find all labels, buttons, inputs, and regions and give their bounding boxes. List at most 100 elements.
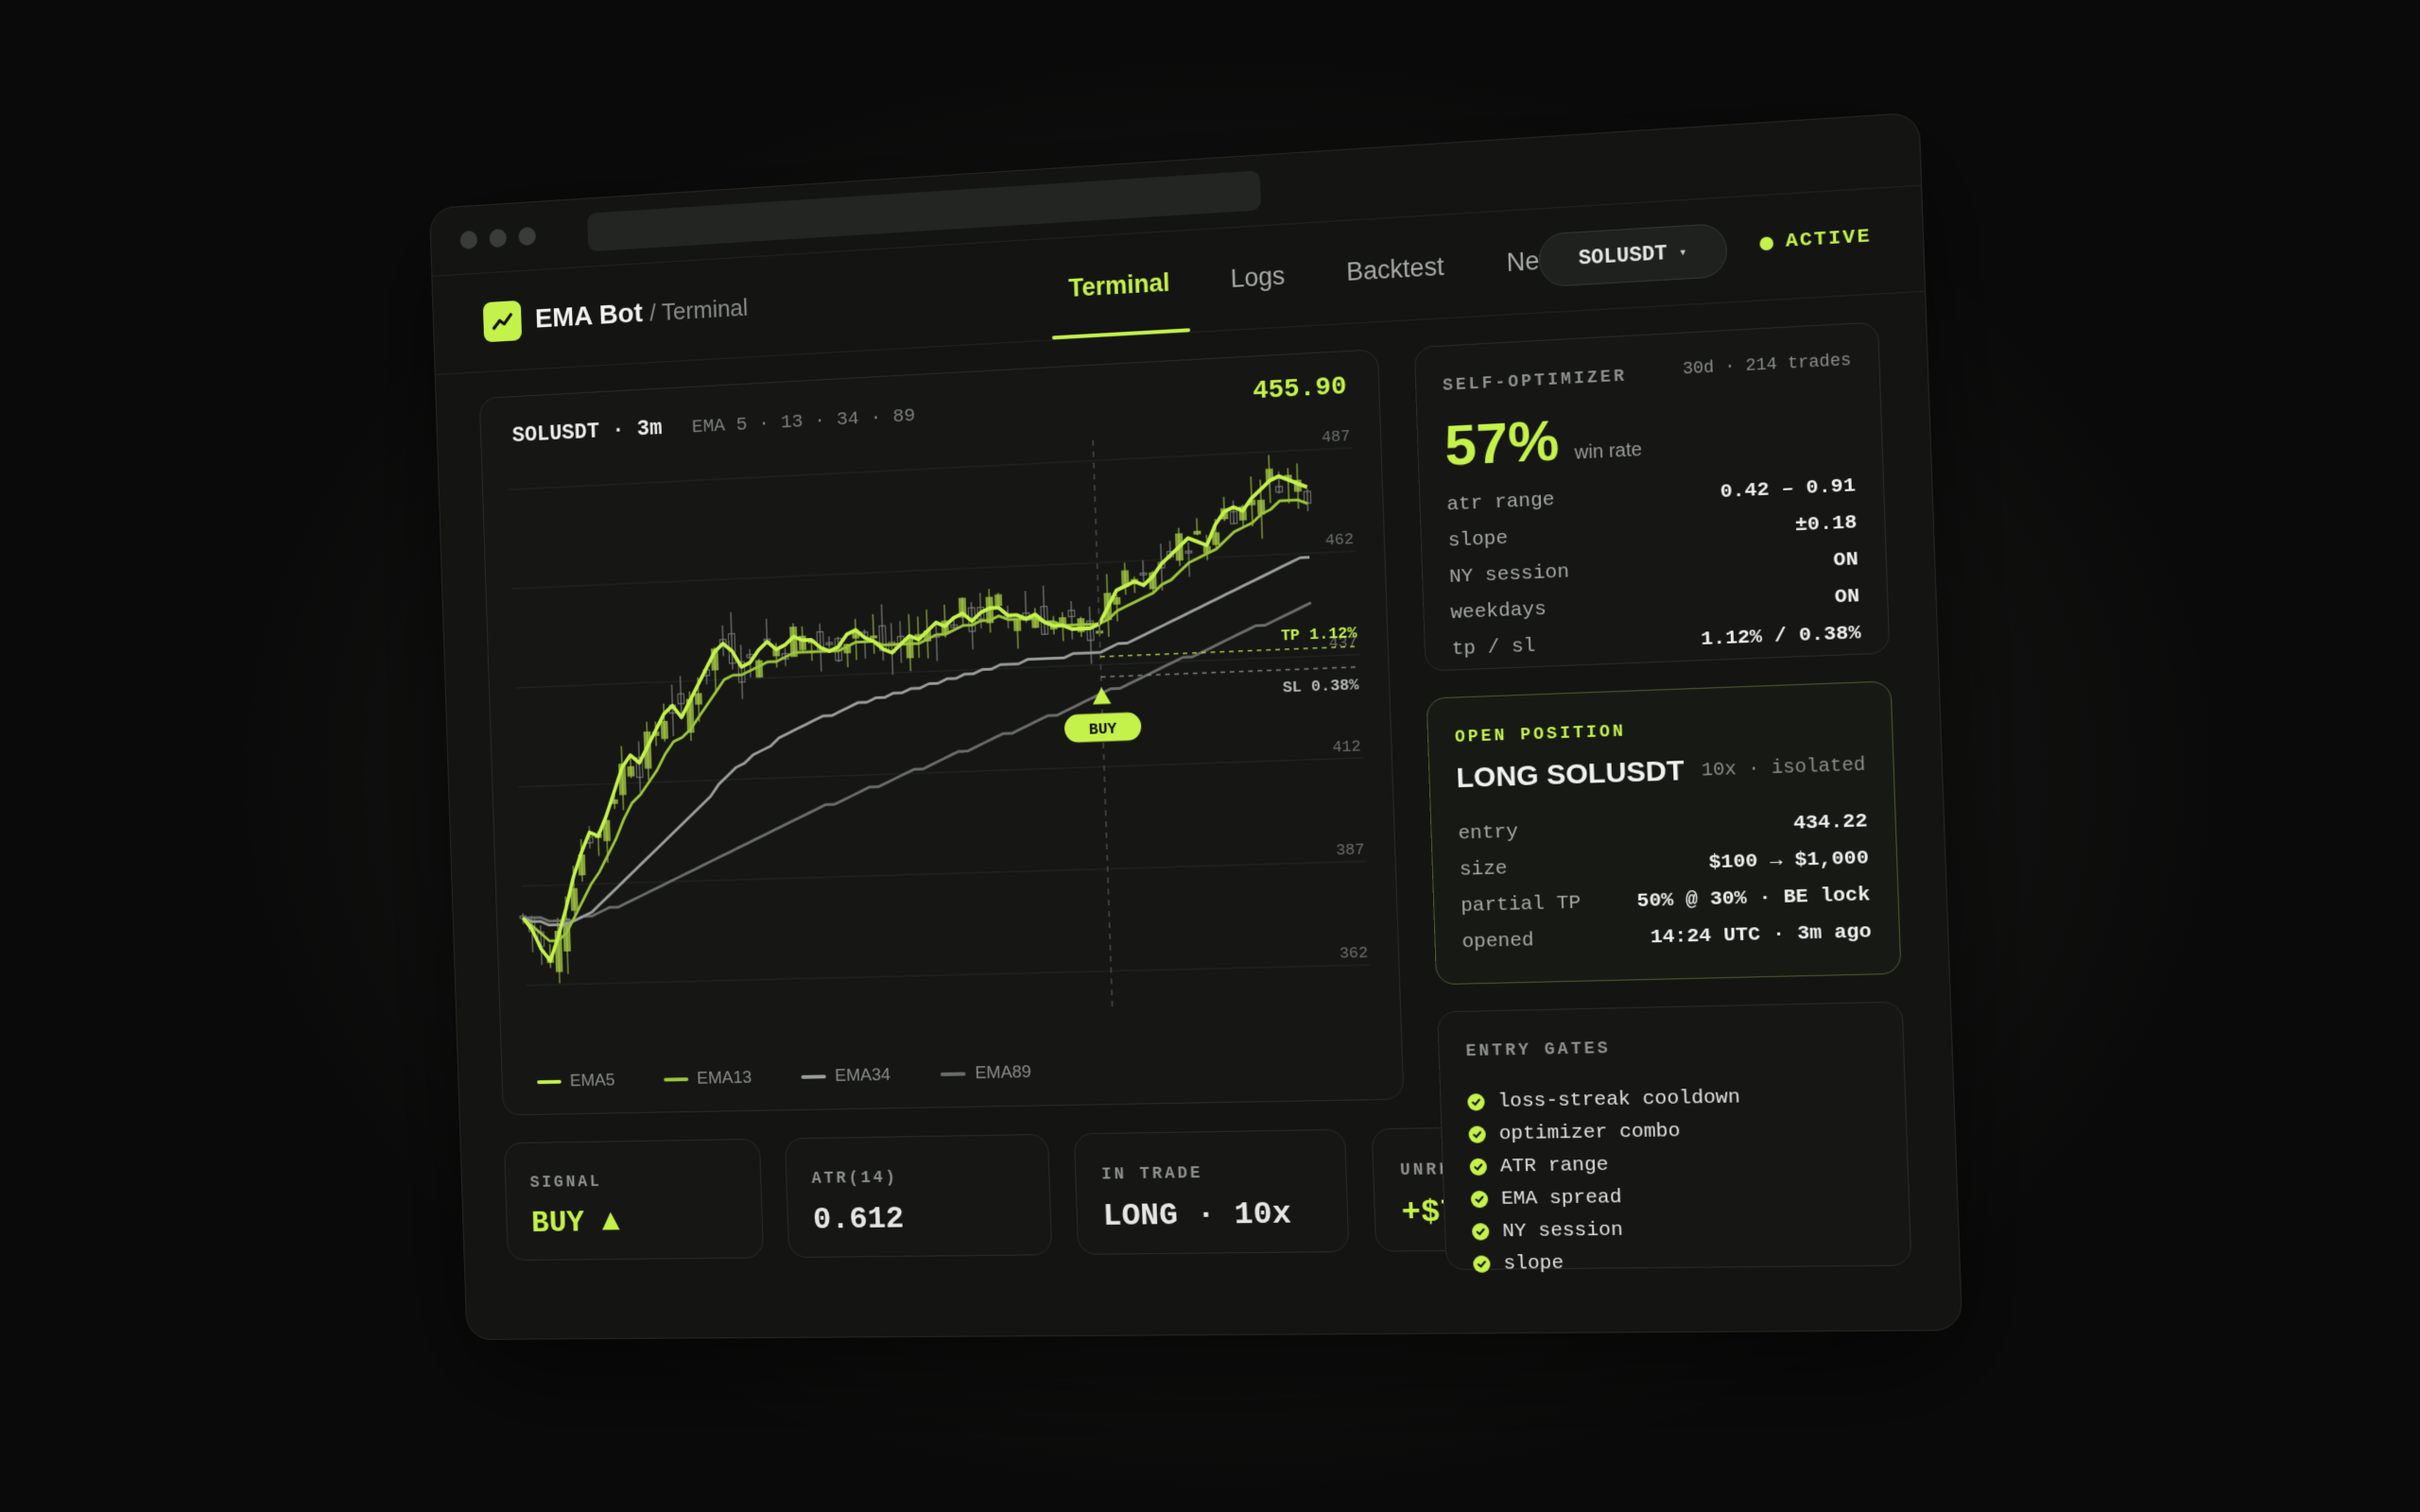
main-content: SOLUSDT · 3m EMA 5 · 13 · 34 · 89 455.90…	[478, 321, 1912, 1304]
win-rate: 57% win rate	[1443, 403, 1642, 478]
candle-wick	[1044, 586, 1046, 635]
entry-gates-card: ENTRY GATES loss-streak cooldown optimiz…	[1437, 1001, 1912, 1275]
candle-body	[907, 638, 913, 658]
chart-legend: EMA5 EMA13 EMA34 EMA89	[537, 1061, 1082, 1092]
position-value: 14:24 UTC · 3m ago	[1650, 920, 1873, 949]
legend-label: EMA34	[834, 1065, 891, 1086]
param-value: ON	[1834, 585, 1860, 609]
buy-badge-label: BUY	[1089, 719, 1117, 738]
in-trade-stat-card: IN TRADE LONG · 10x	[1073, 1128, 1350, 1255]
tab-terminal[interactable]: Terminal	[1048, 231, 1189, 339]
optimizer-params: atr range 0.42 – 0.91 slope ±0.18 NY sessi…	[1446, 468, 1861, 668]
win-rate-value: 57%	[1443, 407, 1561, 478]
window-maximize-dot[interactable]	[518, 226, 537, 247]
status-badge: ACTIVE	[1759, 226, 1872, 254]
list-item: slope	[1473, 1246, 1747, 1280]
candle-body	[1014, 621, 1021, 631]
candle-body	[871, 636, 877, 638]
param-value: 0.42 – 0.91	[1720, 474, 1857, 504]
position-details: entry 434.22 size $100 → $1,000 partial TP…	[1458, 803, 1872, 961]
ema-line-ema13	[510, 500, 1322, 942]
y-tick-label: 387	[1336, 840, 1365, 859]
gridline	[526, 965, 1371, 986]
candle-body	[571, 888, 578, 910]
card-title: ENTRY GATES	[1465, 1039, 1612, 1062]
check-icon	[1471, 1223, 1490, 1241]
candle-body	[756, 661, 763, 677]
y-tick-label: 487	[1322, 426, 1351, 446]
price-chart-card: SOLUSDT · 3m EMA 5 · 13 · 34 · 89 455.90…	[478, 349, 1405, 1116]
position-value: 50% @ 30% · BE lock	[1636, 884, 1871, 913]
candle-body	[1213, 533, 1219, 544]
take-profit-line	[1100, 646, 1359, 657]
ema-line-ema89	[513, 603, 1321, 922]
symbol-selector[interactable]: SOLUSDT ▾	[1538, 222, 1728, 288]
candle-body	[995, 594, 1002, 605]
candle-wick	[722, 626, 723, 657]
stop-loss-label: SL 0.38%	[1283, 676, 1359, 697]
position-key: partial TP	[1460, 891, 1582, 918]
gate-list: loss-streak cooldown optimizer combo ATR…	[1467, 1081, 1747, 1280]
list-item: loss-streak cooldown	[1467, 1081, 1741, 1119]
candle-wick	[1071, 601, 1072, 640]
candle-wick	[672, 684, 674, 736]
gate-label: ATR range	[1499, 1154, 1609, 1178]
app-window: EMA Bot / Terminal Terminal Logs Backtes…	[428, 112, 1963, 1340]
status-label: ACTIVE	[1785, 225, 1873, 253]
gridline	[512, 551, 1357, 589]
position-name: LONG SOLUSDT	[1455, 754, 1685, 795]
symbol-selector-value: SOLUSDT	[1578, 241, 1668, 271]
candle-body	[1114, 597, 1120, 604]
chevron-down-icon: ▾	[1678, 245, 1687, 261]
position-value: $100 → $1,000	[1708, 847, 1870, 874]
atr-value: 0.612	[812, 1201, 905, 1239]
optimizer-meta: 30d · 214 trades	[1682, 351, 1852, 380]
candle-wick	[639, 742, 641, 793]
window-close-dot[interactable]	[459, 230, 478, 250]
gate-label: loss-streak cooldown	[1497, 1086, 1741, 1113]
stat-label: SIGNAL	[529, 1173, 602, 1193]
legend-item-ema34: EMA34	[801, 1065, 890, 1087]
position-value: 434.22	[1792, 810, 1868, 835]
tab-logs[interactable]: Logs	[1210, 224, 1305, 331]
list-item: EMA spread	[1470, 1179, 1744, 1215]
price-chart[interactable]: 487462437412387362TP 1.12%SL 0.38%BUY	[499, 407, 1382, 1051]
gate-label: optimizer combo	[1498, 1120, 1681, 1145]
y-tick-label: 412	[1332, 737, 1361, 757]
param-value: ±0.18	[1794, 511, 1858, 537]
gate-label: slope	[1503, 1252, 1564, 1276]
legend-item-ema5: EMA5	[537, 1071, 615, 1092]
list-item: ATR range	[1469, 1146, 1743, 1183]
card-title: OPEN POSITION	[1454, 722, 1627, 747]
param-value: ON	[1833, 548, 1859, 573]
gate-label: NY session	[1501, 1219, 1624, 1243]
self-optimizer-card: SELF-OPTIMIZER 30d · 214 trades 57% win …	[1413, 321, 1891, 672]
candle-wick	[681, 676, 683, 719]
stat-label: ATR(14)	[811, 1168, 899, 1189]
stop-loss-line	[1101, 667, 1360, 678]
check-icon	[1467, 1093, 1485, 1111]
candle-body	[1194, 531, 1201, 534]
atr-stat-card: ATR(14) 0.612	[785, 1133, 1053, 1259]
legend-swatch	[801, 1074, 826, 1079]
tab-backtest[interactable]: Backtest	[1326, 214, 1465, 324]
legend-item-ema89: EMA89	[941, 1062, 1032, 1084]
check-icon	[1469, 1158, 1488, 1177]
check-icon	[1473, 1255, 1491, 1273]
candle-wick	[731, 612, 733, 670]
list-item: NY session	[1471, 1212, 1746, 1248]
gate-label: EMA spread	[1500, 1186, 1622, 1211]
legend-swatch	[663, 1077, 689, 1082]
card-title: SELF-OPTIMIZER	[1442, 367, 1628, 396]
app-logo[interactable]: EMA Bot / Terminal	[482, 287, 749, 343]
window-minimize-dot[interactable]	[489, 228, 508, 249]
trend-up-icon	[482, 300, 523, 343]
take-profit-label: TP 1.12%	[1281, 623, 1357, 644]
candle-wick	[864, 629, 865, 659]
candle-wick	[881, 605, 883, 661]
param-key: weekdays	[1450, 598, 1547, 625]
win-rate-label: win rate	[1574, 438, 1643, 464]
position-leverage: 10x · isolated	[1701, 754, 1866, 782]
candle-body	[661, 721, 667, 738]
candle-wick	[1188, 542, 1189, 576]
